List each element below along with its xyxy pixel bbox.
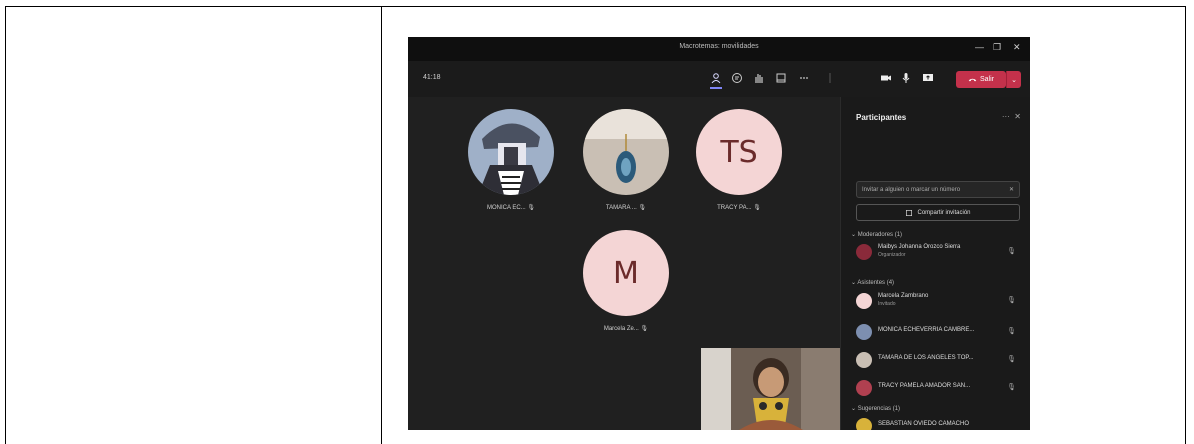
rooms-icon [776,73,786,83]
participant-name: Marcela Ze... 🎙 [603,326,649,332]
clear-icon[interactable]: ✕ [1009,186,1014,193]
share-screen-button[interactable] [920,70,936,86]
participants-panel: Participantes ··· ✕ Invitar a alguien o … [840,97,1030,430]
avatar [856,380,872,396]
panel-more-icon[interactable]: ··· [1002,112,1010,121]
meeting-stage: MONICA EC... 🎙 TAMARA ... 🎙 TS TRACY PA.… [408,97,840,430]
list-item[interactable]: Marcela Zambrano Invitado 🎙 [856,291,1026,311]
toolbar-separator [822,70,838,86]
avatar [856,324,872,340]
microphone-icon [902,73,910,83]
panel-close-icon[interactable]: ✕ [1014,112,1021,121]
reactions-button[interactable] [751,70,767,86]
panel-controls: ··· ✕ [1002,112,1021,121]
participant-name: TAMARA ... 🎙 [605,205,647,211]
leave-label: Salir [979,76,994,83]
participant-tile[interactable]: TAMARA ... 🎙 [581,109,671,211]
avatar [856,244,872,260]
avatar [856,293,872,309]
list-item[interactable]: MONICA ECHEVERRIA CAMBRE... 🎙 [856,322,1026,342]
leave-menu-button[interactable]: ⌄ [1006,71,1021,88]
participant-tile[interactable]: TS TRACY PA... 🎙 [694,109,784,211]
more-actions-button[interactable] [796,70,812,86]
list-item[interactable]: SEBASTIAN OVIEDO CAMACHO [856,416,1026,430]
invite-input[interactable]: Invitar a alguien o marcar un número ✕ [856,181,1020,198]
participant-name: MONICA EC... 🎙 [487,205,535,211]
pendant-photo-image [583,109,669,195]
phone-hangup-icon [968,78,977,82]
cartoon-avatar-image [468,109,554,195]
participant-name: TRACY PA... 🎙 [717,205,761,211]
invite-placeholder: Invitar a alguien o marcar un número [862,186,961,193]
panel-title: Participantes [856,113,907,122]
meeting-toolbar: 41:18 Salir ⌄ [408,61,1030,97]
microphone-icon: 🎙 [1007,248,1016,255]
share-invite-button[interactable]: Compartir invitación [856,204,1020,221]
meeting-timer: 41:18 [423,74,441,81]
participants-button[interactable] [708,70,724,89]
participant-tile[interactable]: M Marcela Ze... 🎙 [581,230,671,332]
camera-button[interactable] [878,70,894,86]
window-titlebar: Macrotemas: movilidades — ❐ ✕ [408,37,1030,61]
list-item[interactable]: TRACY PAMELA AMADOR SAN... 🎙 [856,378,1026,398]
hand-icon [755,74,763,83]
avatar [583,109,669,195]
chat-icon [732,73,742,83]
self-video-image [701,348,840,430]
leave-button[interactable]: Salir [956,71,1006,88]
avatar [856,352,872,368]
share-invite-label: Compartir invitación [917,209,971,216]
minimize-button[interactable]: — [975,42,984,52]
rooms-button[interactable] [773,70,789,86]
share-screen-icon [923,74,933,81]
close-button[interactable]: ✕ [1013,42,1021,53]
table-column-divider [381,6,382,444]
avatar [468,109,554,195]
section-suggestions[interactable]: ⌄ Sugerencias (1) [851,405,900,412]
list-item[interactable]: TAMARA DE LOS ANGELES TOP... 🎙 [856,350,1026,370]
mic-off-icon: 🎙 [1007,356,1016,363]
copy-icon [906,209,913,216]
teams-meeting-screenshot: Macrotemas: movilidades — ❐ ✕ 41:18 Sali… [408,37,1030,430]
mic-off-icon: 🎙 [1007,328,1016,335]
more-icon [800,77,808,79]
microphone-button[interactable] [898,70,914,86]
participant-tile[interactable]: MONICA EC... 🎙 [466,109,556,211]
self-video-preview[interactable] [701,348,840,430]
mic-off-icon: 🎙 [1007,297,1016,304]
camera-icon [881,75,891,81]
mic-off-icon: 🎙 [1007,384,1016,391]
avatar-initials: TS [696,109,782,195]
list-item[interactable]: Maibys Johanna Orozco Sierra Organizador… [856,242,1026,262]
avatar-initials: M [583,230,669,316]
avatar [856,418,872,430]
restore-button[interactable]: ❐ [993,42,1001,53]
chat-button[interactable] [729,70,745,86]
people-icon [711,73,721,84]
window-title: Macrotemas: movilidades [679,43,759,50]
section-moderators[interactable]: ⌄ Moderadores (1) [851,231,902,238]
section-attendees[interactable]: ⌄ Asistentes (4) [851,279,894,286]
